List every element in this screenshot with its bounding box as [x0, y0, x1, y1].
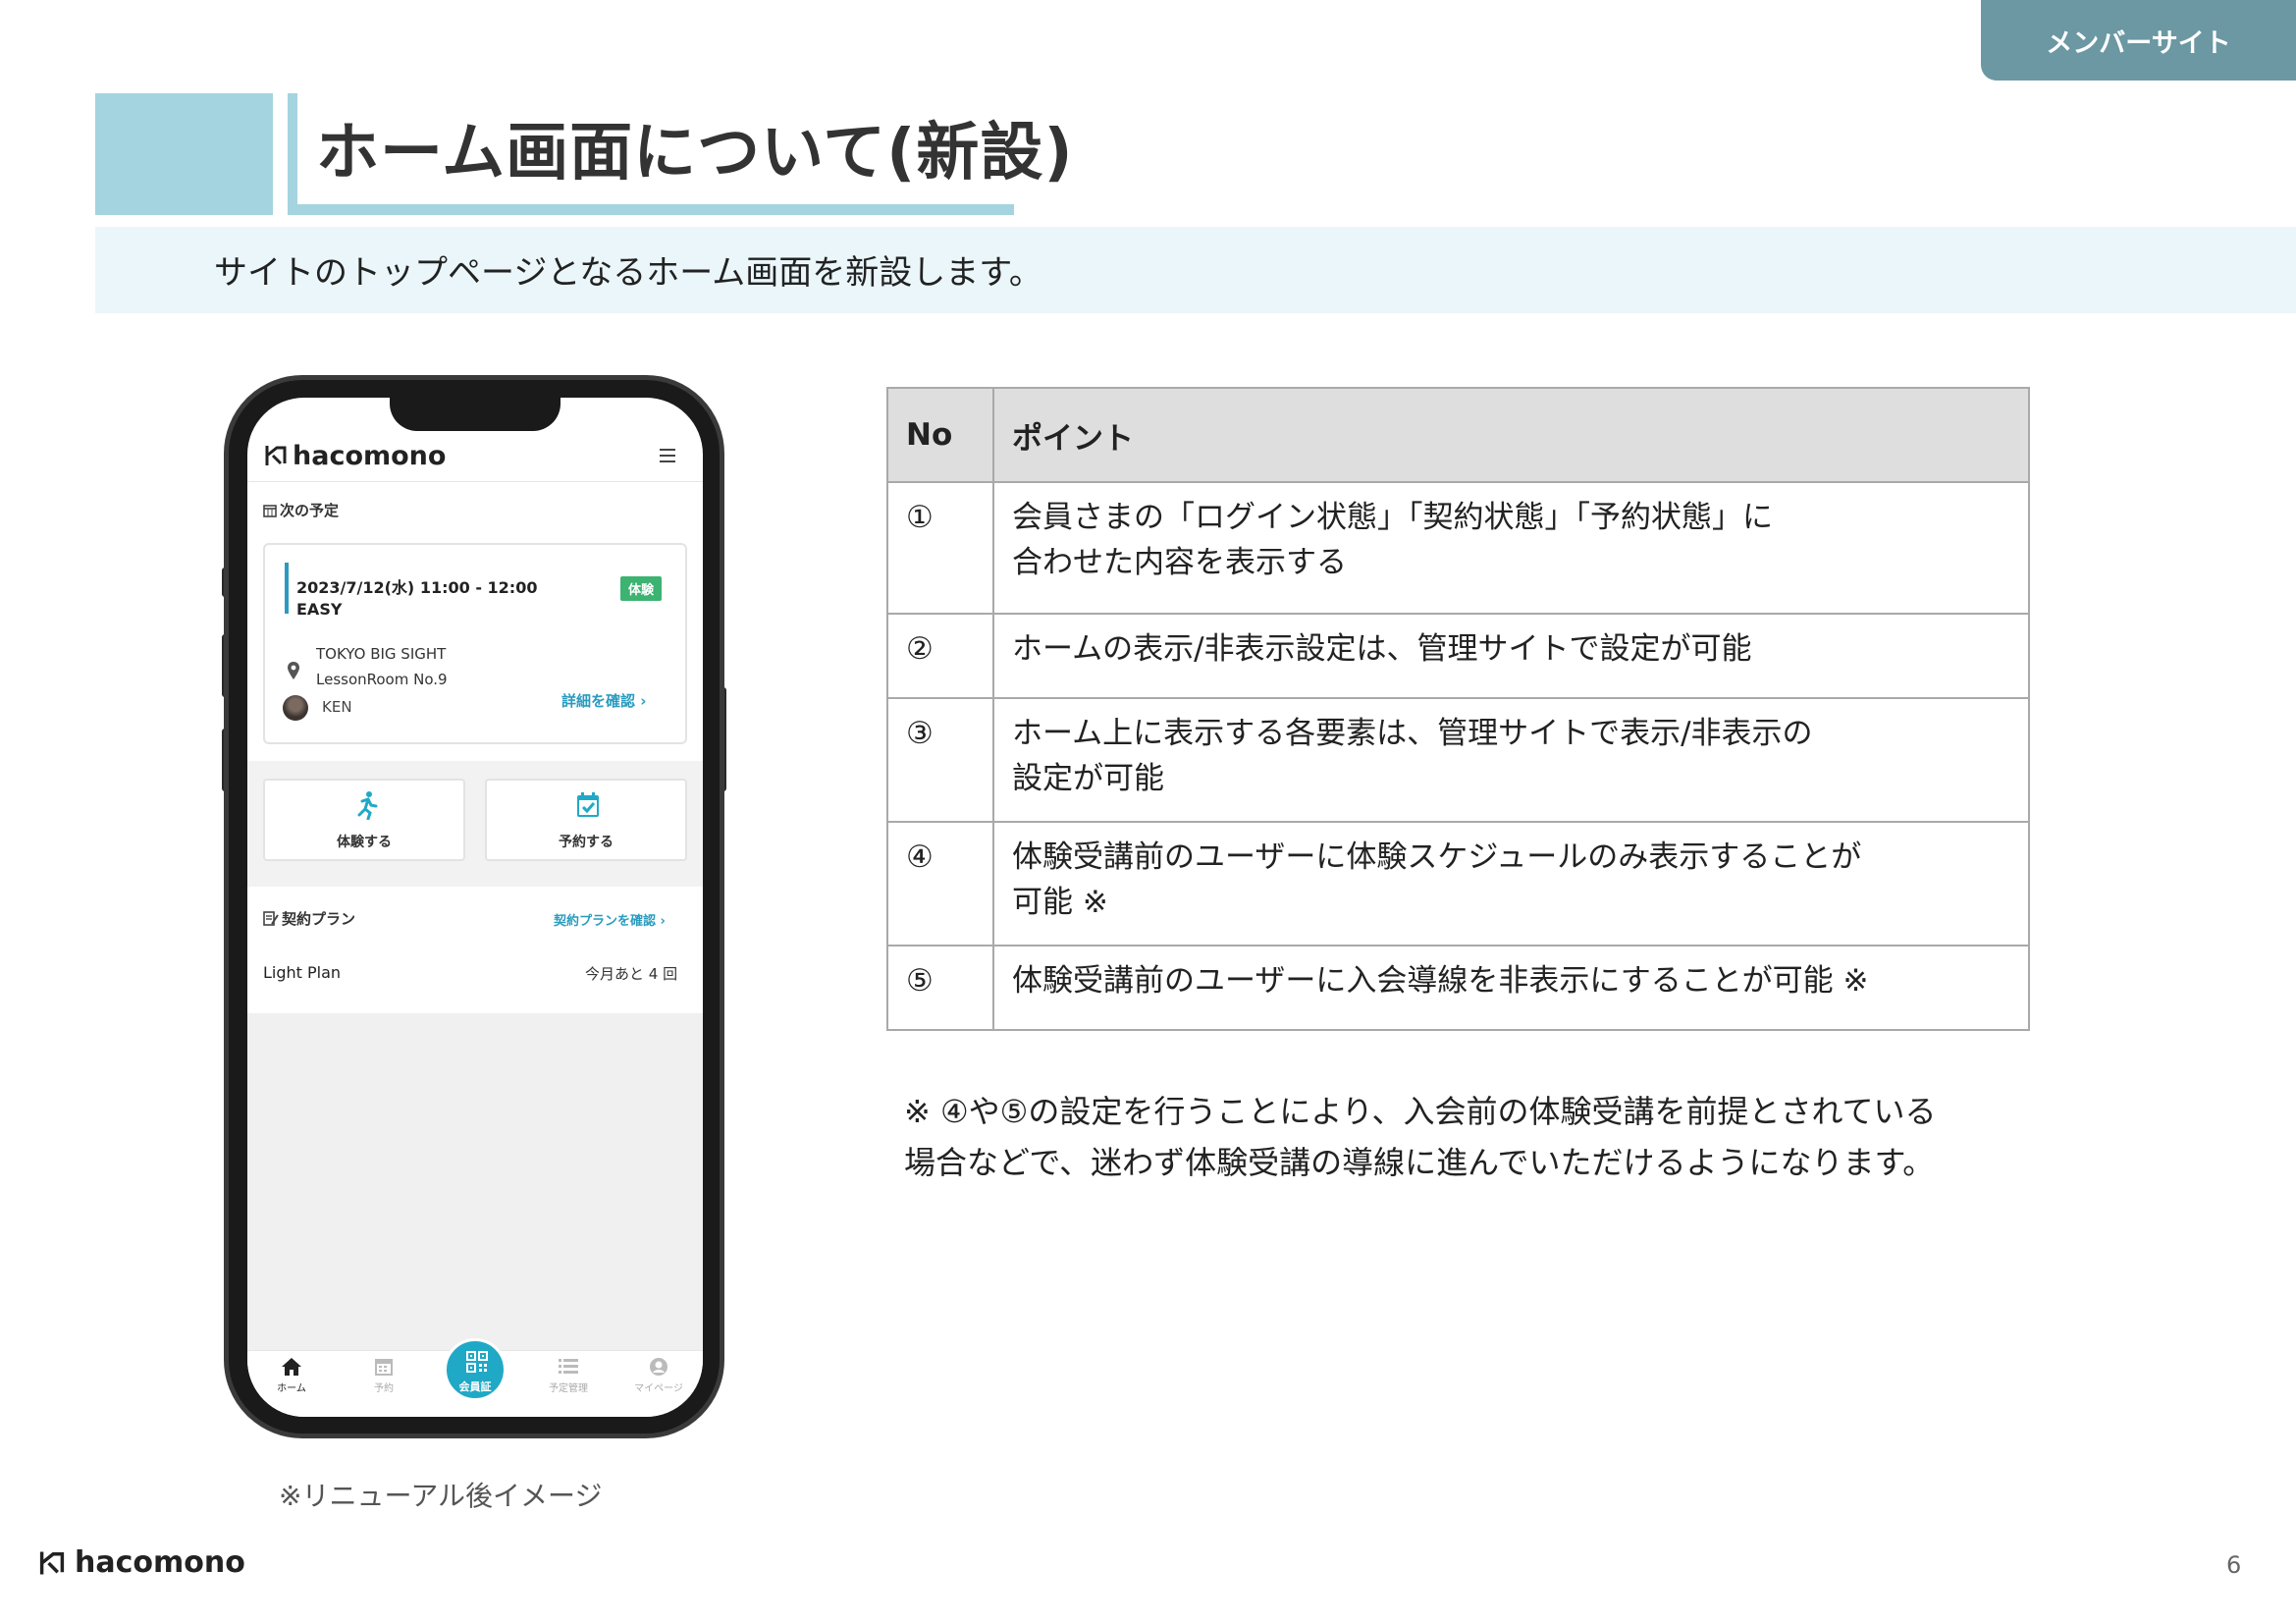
tab-mypage[interactable]: マイページ	[624, 1357, 693, 1394]
chevron-right-icon: ›	[640, 692, 647, 710]
app-header: hacomono	[247, 431, 703, 482]
next-schedule-heading: 次の予定	[263, 500, 339, 520]
plan-name: Light Plan	[263, 963, 342, 982]
footnote: ※ ④や⑤の設定を行うことにより、入会前の体験受講を前提とされている 場合などで…	[904, 1086, 1936, 1188]
row-point-line: 可能 ※	[1012, 885, 1108, 920]
row-number: ⑤	[886, 945, 994, 1031]
phone-caption: ※リニューアル後イメージ	[279, 1480, 603, 1512]
calendar-icon	[375, 1359, 393, 1376]
list-icon	[559, 1359, 578, 1374]
row-number: ②	[886, 613, 994, 699]
lesson-accent-bar	[285, 563, 289, 614]
table-row: ③ ホーム上に表示する各要素は、管理サイトで表示/非表示の 設定が可能	[886, 697, 2030, 823]
hacomono-logo-icon	[39, 1550, 65, 1575]
plan-heading: 契約プラン	[263, 908, 355, 929]
row-point: ホーム上に表示する各要素は、管理サイトで表示/非表示の 設定が可能	[992, 697, 2030, 823]
row-point-line: 体験受講前のユーザーに体験スケジュールのみ表示することが	[1012, 839, 1862, 875]
lesson-room: LessonRoom No.9	[316, 671, 448, 688]
calendar-check-icon	[577, 792, 599, 817]
hacomono-logo-icon	[265, 446, 287, 465]
plan-heading-label: 契約プラン	[282, 910, 356, 928]
lesson-date: 2023/7/12(水) 11:00 - 12:00	[296, 578, 538, 597]
footer-logo: hacomono	[37, 1545, 245, 1580]
points-table: No ポイント ① 会員さまの「ログイン状態」「契約状態」「予約状態」に 合わせた…	[886, 387, 2030, 1031]
qr-code-icon	[466, 1351, 488, 1373]
next-schedule-label: 次の予定	[280, 502, 340, 519]
row-number: ③	[886, 697, 994, 823]
tab-reserve-label: 予約	[374, 1383, 394, 1394]
phone-screen: hacomono 次の予定 2023/7/12(水) 11:00 - 12:00…	[247, 398, 703, 1417]
row-point-line: 合わせた内容を表示する	[1012, 545, 1347, 580]
tab-membership-label: 会員証	[458, 1380, 492, 1393]
column-header-point: ポイント	[992, 387, 2030, 483]
trainer-avatar	[283, 695, 308, 721]
view-details-link[interactable]: 詳細を確認 ›	[561, 690, 646, 711]
title-rule-horizontal	[288, 204, 1014, 215]
tab-home[interactable]: ホーム	[257, 1357, 326, 1394]
tab-reserve[interactable]: 予約	[349, 1357, 418, 1394]
tab-membership-card[interactable]: 会員証	[444, 1338, 507, 1401]
row-point: 体験受講前のユーザーに体験スケジュールのみ表示することが 可能 ※	[992, 821, 2030, 947]
hamburger-menu-icon[interactable]	[660, 449, 675, 462]
table-header-row: No ポイント	[886, 387, 2030, 483]
trainer-name: KEN	[322, 698, 352, 716]
app-logo[interactable]: hacomono	[263, 441, 446, 471]
row-point-line: 設定が可能	[1012, 761, 1164, 796]
tab-home-label: ホーム	[277, 1383, 306, 1394]
view-plan-label: 契約プランを確認	[554, 914, 657, 929]
chevron-right-icon: ›	[660, 914, 666, 929]
user-icon	[650, 1358, 667, 1376]
phone-notch	[390, 398, 561, 431]
trial-button-label: 体験する	[337, 835, 392, 850]
row-number: ④	[886, 821, 994, 947]
row-point-line: 体験受講前のユーザーに入会導線を非表示にすることが可能 ※	[1012, 963, 1869, 999]
site-tag: メンバーサイト	[1981, 0, 2296, 81]
tab-schedule[interactable]: 予定管理	[534, 1357, 603, 1394]
row-point-line: ホームの表示/非表示設定は、管理サイトで設定が可能	[1012, 631, 1752, 667]
row-point-line: 会員さまの「ログイン状態」「契約状態」「予約状態」に	[1012, 500, 1773, 535]
page-number: 6	[2226, 1551, 2242, 1579]
view-details-label: 詳細を確認	[561, 692, 636, 710]
tab-mypage-label: マイページ	[634, 1383, 683, 1394]
lesson-venue: TOKYO BIG SIGHT	[316, 645, 447, 663]
lesson-card[interactable]: 2023/7/12(水) 11:00 - 12:00 EASY 体験 TOKYO…	[263, 543, 687, 744]
trial-button[interactable]: 体験する	[263, 779, 465, 861]
trial-badge: 体験	[620, 576, 663, 601]
running-icon	[357, 791, 378, 820]
calendar-icon	[263, 505, 277, 517]
footnote-line: 場合などで、迷わず体験受講の導線に進んでいただけるようになります。	[904, 1144, 1935, 1181]
page-title: ホーム画面について(新設)	[316, 117, 1074, 189]
home-icon	[282, 1358, 301, 1376]
empty-area	[247, 1013, 703, 1357]
title-rule-vertical	[288, 93, 297, 215]
title-accent-block	[95, 93, 273, 215]
table-row: ④ 体験受講前のユーザーに体験スケジュールのみ表示することが 可能 ※	[886, 821, 2030, 947]
location-pin-icon	[288, 662, 299, 679]
footer-logo-text: hacomono	[75, 1545, 245, 1580]
row-point: 体験受講前のユーザーに入会導線を非表示にすることが可能 ※	[992, 945, 2030, 1031]
page-subtitle: サイトのトップページとなるホーム画面を新設します。	[214, 253, 1042, 293]
reserve-button-label: 予約する	[559, 835, 614, 850]
table-row: ① 会員さまの「ログイン状態」「契約状態」「予約状態」に 合わせた内容を表示する	[886, 481, 2030, 615]
table-row: ⑤ 体験受講前のユーザーに入会導線を非表示にすることが可能 ※	[886, 945, 2030, 1031]
row-point: 会員さまの「ログイン状態」「契約状態」「予約状態」に 合わせた内容を表示する	[992, 481, 2030, 615]
view-plan-link[interactable]: 契約プランを確認 ›	[554, 910, 666, 929]
row-point: ホームの表示/非表示設定は、管理サイトで設定が可能	[992, 613, 2030, 699]
app-logo-text: hacomono	[293, 441, 447, 471]
column-header-no: No	[886, 387, 994, 483]
reserve-button[interactable]: 予約する	[485, 779, 687, 861]
tab-schedule-label: 予定管理	[549, 1383, 588, 1394]
footnote-line: ※ ④や⑤の設定を行うことにより、入会前の体験受講を前提とされている	[904, 1093, 1937, 1130]
row-number: ①	[886, 481, 994, 615]
row-point-line: ホーム上に表示する各要素は、管理サイトで表示/非表示の	[1012, 716, 1813, 751]
lesson-name: EASY	[296, 600, 343, 619]
plan-remaining: 今月あと 4 回	[585, 965, 678, 983]
document-edit-icon	[263, 911, 279, 926]
table-row: ② ホームの表示/非表示設定は、管理サイトで設定が可能	[886, 613, 2030, 699]
